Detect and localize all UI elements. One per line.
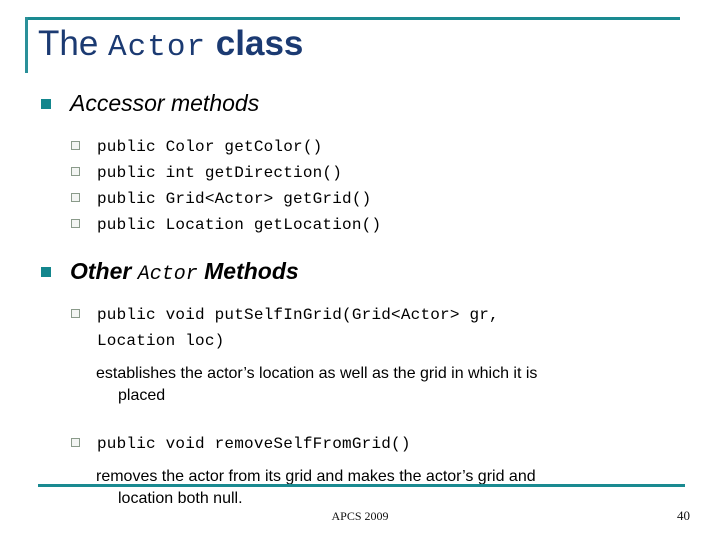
code-get-direction: public int getDirection() xyxy=(97,164,343,182)
description-line-1: establishes the actor’s location as well… xyxy=(96,365,538,382)
description-put-self-in-grid: establishes the actor’s location as well… xyxy=(0,363,720,407)
title-left-accent-bar xyxy=(25,17,28,73)
description-line-2: placed xyxy=(118,387,166,404)
bullet-hollow-square-icon xyxy=(71,309,80,318)
footer-text: APCS 2009 xyxy=(331,509,389,523)
page-title-prefix: The xyxy=(38,24,109,63)
section-heading-other-code-term: Actor xyxy=(137,263,198,286)
bullet-hollow-square-icon xyxy=(71,438,80,447)
list-item: public void putSelfInGrid(Grid<Actor> gr… xyxy=(0,302,720,354)
list-item: public Grid<Actor> getGrid() xyxy=(0,186,720,212)
bullet-hollow-square-icon xyxy=(71,193,80,202)
title-top-rule xyxy=(25,17,680,20)
footer-rule xyxy=(38,484,685,487)
list-item: public Location getLocation() xyxy=(0,212,720,238)
code-put-self-in-grid-line1: public void putSelfInGrid(Grid<Actor> gr… xyxy=(97,306,499,324)
description-line-1: removes the actor from its grid and make… xyxy=(96,468,536,485)
section-accessor-methods: Accessor methods xyxy=(0,88,720,118)
slide-body: Accessor methods public Color getColor()… xyxy=(0,88,720,510)
code-remove-self-from-grid: public void removeSelfFromGrid() xyxy=(97,435,411,453)
section-heading-other-suffix: Methods xyxy=(197,258,299,284)
list-item: public int getDirection() xyxy=(0,160,720,186)
slide: The Actor class Accessor methods public … xyxy=(0,0,720,540)
code-get-color: public Color getColor() xyxy=(97,138,323,156)
bullet-hollow-square-icon xyxy=(71,219,80,228)
section-heading-other: Other Actor Methods xyxy=(70,256,720,290)
code-put-self-in-grid-line2: Location loc) xyxy=(97,332,225,350)
page-title: The Actor class xyxy=(38,22,303,70)
list-item: public void removeSelfFromGrid() xyxy=(0,431,720,457)
list-item: public Color getColor() xyxy=(0,134,720,160)
description-line-2: location both null. xyxy=(118,490,243,507)
bullet-hollow-square-icon xyxy=(71,141,80,150)
bullet-hollow-square-icon xyxy=(71,167,80,176)
page-title-code-term: Actor xyxy=(108,30,207,65)
bullet-square-icon xyxy=(41,99,51,109)
slide-number: 40 xyxy=(677,508,690,523)
bullet-square-icon xyxy=(41,267,51,277)
section-other-actor-methods: Other Actor Methods xyxy=(0,256,720,290)
code-get-location: public Location getLocation() xyxy=(97,216,382,234)
code-get-grid: public Grid<Actor> getGrid() xyxy=(97,190,372,208)
section-heading-accessor: Accessor methods xyxy=(70,90,260,116)
section-heading-other-prefix: Other xyxy=(70,258,138,284)
page-title-suffix: class xyxy=(206,24,304,63)
description-remove-self-from-grid: removes the actor from its grid and make… xyxy=(0,466,720,510)
